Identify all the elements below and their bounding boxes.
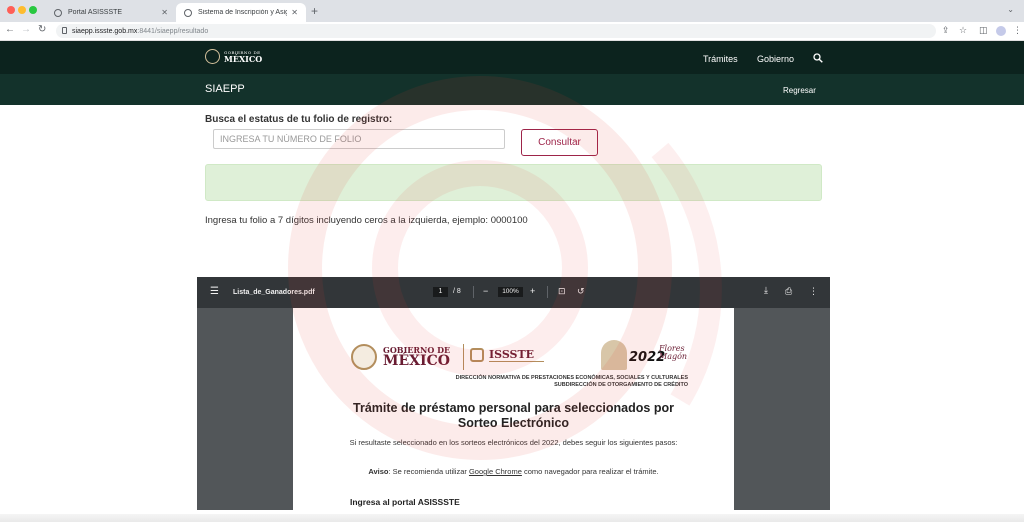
url-host: siaepp.issste.gob.mx: [72, 27, 138, 35]
page-bottom-edge: [0, 514, 1024, 522]
download-icon[interactable]: ⤓: [764, 285, 768, 296]
zoom-out-icon[interactable]: −: [483, 286, 488, 296]
pdf-filename: Lista_de_Ganadores.pdf: [233, 289, 315, 296]
browser-tab-portal[interactable]: Portal ASISSSTE ✕: [46, 3, 176, 22]
gobierno-mexico-logo[interactable]: GOBIERNO DE MÉXICO: [205, 49, 262, 64]
search-icon[interactable]: [813, 53, 823, 63]
pdf-viewer: ☰ Lista_de_Ganadores.pdf 1 / 8 − 100% + …: [197, 277, 830, 510]
pdf-page-total: / 8: [453, 288, 461, 295]
browser-toolbar: ← → ↻ siaepp.issste.gob.mx:8441/siaepp/r…: [0, 22, 1024, 41]
reload-icon[interactable]: ↻: [38, 24, 46, 35]
print-icon[interactable]: ⎙: [785, 286, 792, 297]
star-icon[interactable]: ☆: [959, 25, 967, 36]
issste-subtext-line: [489, 361, 544, 368]
app-title: SIAEPP: [205, 83, 245, 95]
mexico-seal-icon: [351, 344, 377, 370]
close-window-button[interactable]: [7, 6, 15, 14]
doc-gobierno-logo: GOBIERNO DE MÉXICO: [383, 345, 451, 369]
maximize-window-button[interactable]: [29, 6, 37, 14]
app-subbar: [0, 74, 1024, 105]
rotate-icon[interactable]: ↺: [577, 286, 585, 297]
globe-icon: [184, 8, 192, 17]
tab-label: Sistema de Inscripción y Asign: [198, 9, 288, 16]
portrait-icon: [601, 340, 627, 370]
new-tab-button[interactable]: +: [311, 4, 318, 18]
doc-flores-magon-logo: Flores Magón: [659, 344, 688, 361]
consultar-button[interactable]: Consultar: [521, 129, 598, 156]
close-icon[interactable]: ✕: [291, 8, 298, 17]
url-path: :8441/siaepp/resultado: [137, 27, 209, 35]
zoom-in-icon[interactable]: +: [530, 286, 535, 296]
minimize-window-button[interactable]: [18, 6, 26, 14]
issste-emblem-icon: [470, 348, 484, 362]
folio-input[interactable]: [213, 129, 505, 149]
pdf-page-input[interactable]: 1: [433, 287, 448, 297]
folio-search-label: Busca el estatus de tu folio de registro…: [205, 114, 393, 125]
doc-title: Trámite de préstamo personal para selecc…: [353, 401, 674, 430]
forward-arrow-icon[interactable]: →: [21, 24, 31, 35]
pdf-toolbar: ☰ Lista_de_Ganadores.pdf 1 / 8 − 100% + …: [197, 277, 830, 308]
sidebar-icon[interactable]: ◫: [979, 25, 988, 36]
doc-section-heading: Ingresa al portal ASISSSTE: [350, 497, 460, 507]
pdf-page: GOBIERNO DE MÉXICO ISSSTE 2022 Flores Mag…: [293, 308, 734, 510]
share-icon[interactable]: ⇪: [942, 25, 950, 36]
pdf-zoom-input[interactable]: 100%: [498, 287, 523, 297]
mexico-seal-icon: [205, 49, 220, 64]
more-options-icon[interactable]: ⋮: [809, 286, 818, 297]
doc-paragraph: Si resultaste seleccionado en los sorteo…: [349, 438, 678, 447]
toolbar-divider: [473, 286, 474, 298]
logo-big-text: MÉXICO: [224, 53, 263, 64]
back-arrow-icon[interactable]: ←: [5, 24, 15, 35]
nav-link-tramites[interactable]: Trámites: [703, 54, 738, 64]
close-icon[interactable]: ✕: [161, 8, 168, 17]
chevron-down-icon[interactable]: ⌄: [1007, 5, 1014, 14]
doc-notice: Aviso: Se recomienda utilizar Google Chr…: [368, 467, 659, 476]
folio-hint-text: Ingresa tu folio a 7 dígitos incluyendo …: [205, 215, 528, 226]
lock-icon: [62, 27, 67, 34]
doc-direction-text: DIRECCIÓN NORMATIVA DE PRESTACIONES ECON…: [455, 375, 688, 388]
globe-icon: [54, 8, 62, 17]
result-alert-box: [205, 164, 822, 201]
back-link[interactable]: Regresar: [783, 86, 816, 95]
nav-link-gobierno[interactable]: Gobierno: [757, 54, 794, 64]
fit-page-icon[interactable]: ⊡: [558, 286, 566, 297]
logo-divider: [463, 344, 464, 370]
browser-tab-sistema[interactable]: Sistema de Inscripción y Asign ✕: [176, 3, 306, 22]
menu-dots-icon[interactable]: ⋮: [1013, 25, 1022, 36]
doc-issste-logo: ISSSTE: [489, 348, 535, 361]
tab-label: Portal ASISSSTE: [68, 9, 123, 16]
gov-header: [0, 41, 1024, 74]
profile-avatar[interactable]: [996, 26, 1006, 36]
screen: Portal ASISSSTE ✕ Sistema de Inscripción…: [0, 0, 1024, 522]
address-bar[interactable]: siaepp.issste.gob.mx:8441/siaepp/resulta…: [56, 24, 936, 38]
hamburger-menu-icon[interactable]: ☰: [210, 286, 219, 297]
browser-tab-bar: Portal ASISSSTE ✕ Sistema de Inscripción…: [0, 0, 1024, 22]
toolbar-divider: [547, 286, 548, 298]
